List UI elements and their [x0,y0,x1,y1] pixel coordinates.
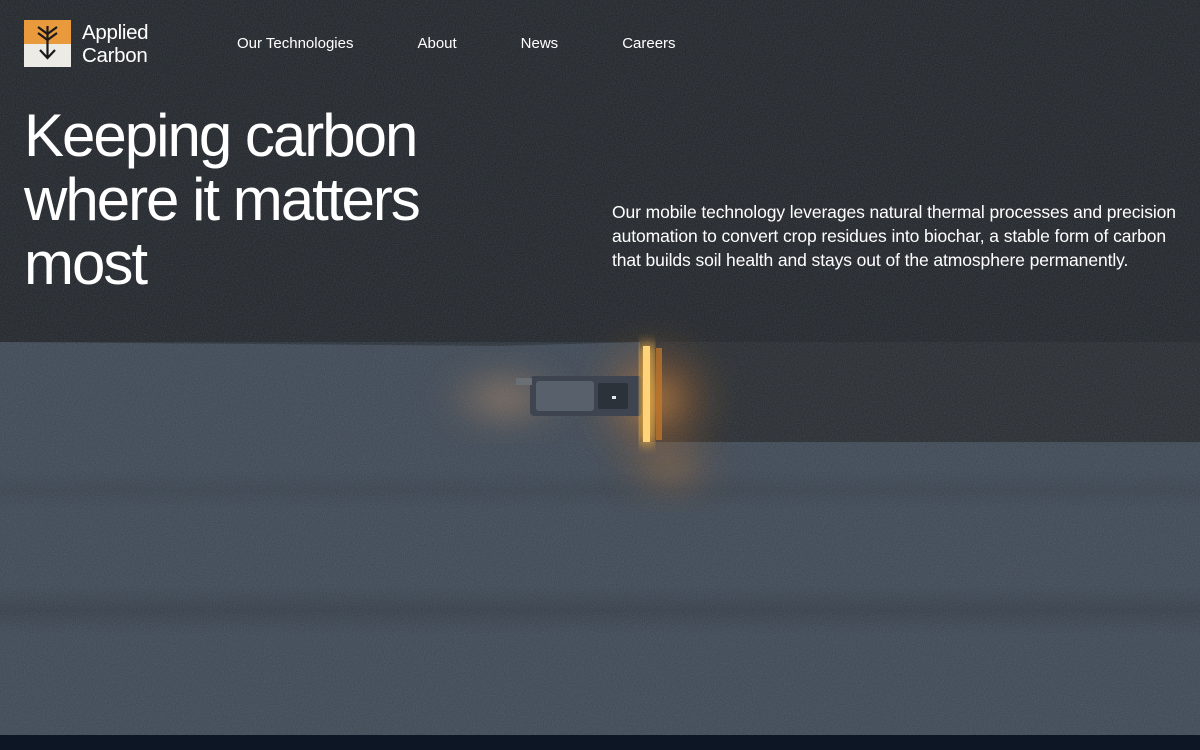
hero-headline-line3: most [24,230,148,297]
page: Applied Carbon Our Technologies About Ne… [0,0,1200,750]
footer-strip [0,735,1200,750]
brand-name-line2: Carbon [82,43,148,67]
brand-name-line1: Applied [82,20,149,44]
nav-item-news[interactable]: News [521,34,559,54]
nav-item-careers[interactable]: Careers [622,34,675,54]
hero-headline: Keeping carbon where it matters most [24,104,494,296]
nav-item-our-technologies[interactable]: Our Technologies [237,34,353,54]
hero-description: Our mobile technology leverages natural … [612,202,1176,270]
nav-item-about[interactable]: About [417,34,456,54]
brand-logo-link[interactable]: Applied Carbon [24,20,149,67]
wheat-arrow-down-icon [24,20,71,67]
hero-headline-line1: Keeping carbon [24,102,418,169]
hero-headline-line2: where it matters [24,166,421,233]
main-nav: Our Technologies About News Careers [237,34,676,54]
brand-name: Applied Carbon [82,20,149,67]
